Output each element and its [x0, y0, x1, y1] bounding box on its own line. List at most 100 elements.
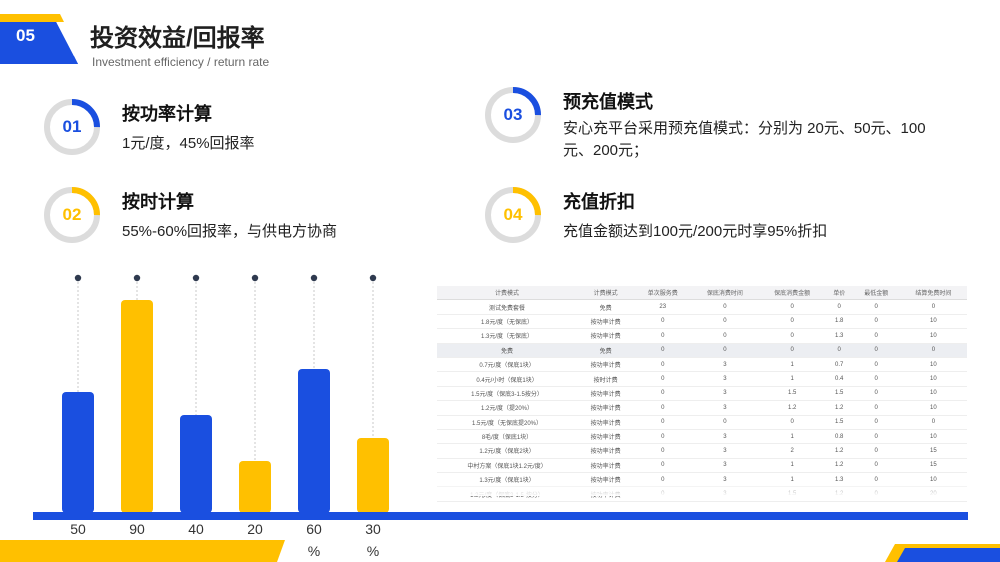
- table-cell: 0: [825, 343, 853, 358]
- table-cell: 1.3: [825, 328, 853, 344]
- table-row: 中村方案（保底1块1.2元/度） 按功率计费 0 3 1 1.2 0 15: [437, 458, 967, 474]
- table-header-cell: 单次服务费: [634, 286, 692, 301]
- table-cell: 1: [758, 429, 826, 445]
- page-subtitle: Investment efficiency / return rate: [92, 55, 270, 69]
- item-title: 充值折扣: [563, 192, 635, 212]
- table-cell: 8毛/度（保底1块）: [437, 429, 578, 445]
- bar-value-label: 40: [188, 521, 204, 537]
- table-cell: 0: [634, 386, 692, 402]
- table-fade: [437, 482, 967, 496]
- table-cell: 免费: [577, 343, 635, 358]
- section-number-badge: [0, 14, 78, 64]
- table-cell: 10: [899, 400, 967, 416]
- bar-guide-dot: [192, 274, 200, 282]
- table-row: 1.3元/度（无保底） 按功率计费 0 0 0 1.3 0 10: [437, 328, 967, 344]
- table-cell: 1.5: [825, 415, 853, 430]
- table-cell: 0: [691, 299, 759, 315]
- table-header-cell: 保底消费时间: [691, 286, 759, 301]
- table-cell: 1.2: [825, 443, 853, 459]
- bar-guide-dot: [133, 274, 141, 282]
- table-cell: 0: [758, 314, 826, 330]
- table-cell: 0: [634, 371, 692, 387]
- bar-50%: [62, 392, 94, 513]
- table-cell: 0: [691, 415, 759, 430]
- table-cell: 15: [899, 458, 967, 474]
- table-cell: 23: [634, 299, 692, 315]
- table-cell: 1.8元/度（无保底）: [437, 314, 578, 330]
- table-cell: 0.7: [825, 357, 853, 373]
- table-cell: 0: [852, 371, 900, 387]
- table-header-cell: 结算免费时间: [899, 286, 967, 301]
- table-cell: 1: [758, 371, 826, 387]
- table-cell: 10: [899, 429, 967, 445]
- table-cell: 1.5元/度（保底3-1.5按分）: [437, 386, 578, 402]
- table-cell: 1: [758, 458, 826, 474]
- table-cell: 2: [758, 443, 826, 459]
- bar-90%: [121, 300, 153, 513]
- bar-20%: [239, 461, 271, 513]
- item-number: 04: [503, 205, 523, 224]
- table-row: 1.5元/度（保底3-1.5按分） 按功率计费 0 3 1.5 1.5 0 10: [437, 386, 967, 402]
- table-cell: 1.2: [825, 400, 853, 416]
- table-cell: 按功率计费: [577, 386, 635, 402]
- table-cell: 0: [634, 415, 692, 430]
- table-cell: 0: [634, 458, 692, 474]
- table-header-cell: 计费模式: [437, 286, 578, 301]
- table-row: 1.8元/度（无保底） 按功率计费 0 0 0 1.8 0 10: [437, 314, 967, 330]
- table-cell: 0.8: [825, 429, 853, 445]
- table-cell: 0: [899, 343, 967, 358]
- table-cell: 0: [758, 343, 826, 358]
- table-cell: 0: [852, 443, 900, 459]
- item-description: 安心充平台采用预充值模式：分别为 20元、50元、100元、200元；: [563, 120, 926, 159]
- progress-ring-03: 03: [484, 86, 542, 144]
- table-cell: 0: [758, 299, 826, 315]
- table-cell: 15: [899, 443, 967, 459]
- table-cell: 0: [634, 429, 692, 445]
- table-cell: 3: [691, 357, 759, 373]
- table-cell: 10: [899, 357, 967, 373]
- table-row: 8毛/度（保底1块） 按功率计费 0 3 1 0.8 0 10: [437, 429, 967, 445]
- table-cell: 0: [852, 386, 900, 402]
- table-cell: 按功率计费: [577, 415, 635, 430]
- table-header-cell: 单价: [825, 286, 853, 301]
- table-cell: 3: [691, 386, 759, 402]
- table-cell: 按功率计费: [577, 400, 635, 416]
- table-cell: 按功率计费: [577, 443, 635, 459]
- table-cell: 0: [852, 299, 900, 315]
- bar-guide-dot: [251, 274, 259, 282]
- table-row: 免费 免费 0 0 0 0 0 0: [437, 343, 967, 358]
- table-cell: 0: [634, 314, 692, 330]
- table-cell: 0.4元/小时（保底1块）: [437, 371, 578, 387]
- table-cell: 0: [634, 328, 692, 344]
- table-cell: 0: [758, 415, 826, 430]
- table-cell: 0: [852, 343, 900, 358]
- bar-guide-dot: [310, 274, 318, 282]
- progress-ring-04: 04: [484, 186, 542, 244]
- item-title: 按时计算: [122, 192, 194, 212]
- bar-60%: [298, 369, 330, 513]
- table-cell: 按功率计费: [577, 328, 635, 344]
- table-cell: 3: [691, 400, 759, 416]
- table-cell: 3: [691, 371, 759, 387]
- table-cell: 0: [691, 328, 759, 344]
- blue-divider-bar: [33, 512, 968, 520]
- table-row: 1.2元/度（保底2块） 按功率计费 0 3 2 1.2 0 15: [437, 443, 967, 459]
- table-cell: 免费: [437, 343, 578, 358]
- bar-value-label: 50: [70, 521, 86, 537]
- item-title: 按功率计算: [122, 104, 212, 124]
- table-row: 测试免费套餐 免费 23 0 0 0 0 0: [437, 299, 967, 315]
- table-cell: 0: [852, 429, 900, 445]
- table-cell: 0: [825, 299, 853, 315]
- bar-guide-dot: [74, 274, 82, 282]
- table-cell: 0: [852, 400, 900, 416]
- bar-value-label: 30: [365, 521, 381, 537]
- table-row: 0.4元/小时（保底1块） 按时计费 0 3 1 0.4 0 10: [437, 371, 967, 387]
- table-cell: 0: [852, 415, 900, 430]
- table-cell: 0: [634, 443, 692, 459]
- table-cell: 1.2元/度（提20%）: [437, 400, 578, 416]
- table-cell: 1: [758, 357, 826, 373]
- table-cell: 中村方案（保底1块1.2元/度）: [437, 458, 578, 474]
- table-cell: 0: [852, 357, 900, 373]
- bar-40%: [180, 415, 212, 513]
- progress-ring-02: 02: [43, 186, 101, 244]
